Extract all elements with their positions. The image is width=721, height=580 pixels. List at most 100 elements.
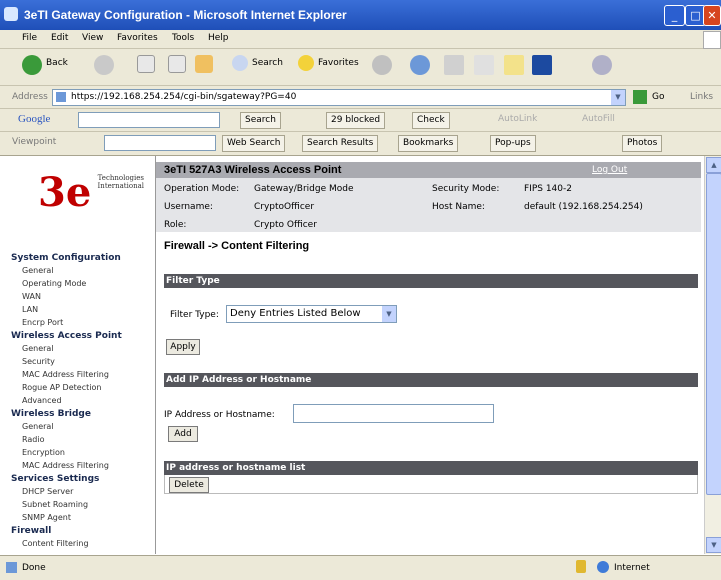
google-search-input[interactable] <box>78 112 220 128</box>
menu-help[interactable]: Help <box>208 33 229 43</box>
search-button[interactable]: Search <box>252 58 283 68</box>
scroll-up-icon[interactable]: ▲ <box>706 157 721 173</box>
go-arrow-icon[interactable] <box>633 90 647 104</box>
bookmarks-button[interactable]: Bookmarks <box>398 135 459 152</box>
ie-logo-icon <box>4 7 18 21</box>
nav-item-general[interactable]: General <box>22 266 54 275</box>
filter-type-select[interactable]: Deny Entries Listed Below ▼ <box>226 305 397 323</box>
sidebar: 3e Technologies International System Con… <box>0 156 156 554</box>
menu-edit[interactable]: Edit <box>51 33 68 43</box>
scroll-down-icon[interactable]: ▼ <box>706 537 721 553</box>
autolink-button[interactable]: AutoLink <box>498 114 537 124</box>
menu-bar: File Edit View Favorites Tools Help <box>0 30 721 49</box>
menu-file[interactable]: File <box>22 33 37 43</box>
role-value: Crypto Officer <box>254 220 317 230</box>
nav-item-rogue-ap[interactable]: Rogue AP Detection <box>22 383 101 392</box>
security-mode-value: FIPS 140-2 <box>524 184 572 194</box>
nav-item-bridge-general[interactable]: General <box>22 422 54 431</box>
minimize-button[interactable]: _ <box>664 5 685 26</box>
address-url: https://192.168.254.254/cgi-bin/sgateway… <box>71 92 297 102</box>
apply-button[interactable]: Apply <box>166 339 200 355</box>
security-zone: Internet <box>614 563 650 573</box>
ip-hostname-input[interactable] <box>293 404 494 423</box>
role-label: Role: <box>164 220 187 230</box>
favorites-button[interactable]: Favorites <box>318 58 359 68</box>
logout-link[interactable]: Log Out <box>592 165 627 175</box>
page-content: 3e Technologies International System Con… <box>0 156 704 554</box>
edit-icon[interactable] <box>474 55 494 75</box>
chevron-down-icon[interactable]: ▼ <box>611 90 625 105</box>
nav-item-lan[interactable]: LAN <box>22 305 38 314</box>
address-label: Address <box>12 92 48 102</box>
popup-blocker-button[interactable]: 29 blocked <box>326 112 386 129</box>
web-search-label: Web Search <box>227 138 281 148</box>
nav-item-radio[interactable]: Radio <box>22 435 44 444</box>
research-icon[interactable] <box>592 55 612 75</box>
menu-view[interactable]: View <box>82 33 103 43</box>
viewpoint-search-input[interactable] <box>104 135 216 151</box>
nav-item-mac-filtering[interactable]: MAC Address Filtering <box>22 370 109 379</box>
back-button[interactable]: Back <box>46 58 68 68</box>
status-bar: Done Internet <box>0 555 721 580</box>
globe-icon <box>597 561 609 573</box>
scroll-thumb[interactable] <box>706 173 721 495</box>
lock-icon <box>576 560 586 573</box>
stop-icon[interactable] <box>137 55 155 73</box>
filter-type-value: Deny Entries Listed Below <box>230 308 361 319</box>
forward-arrow-icon[interactable] <box>94 55 114 75</box>
menu-favorites[interactable]: Favorites <box>117 33 158 43</box>
spell-check-button[interactable]: Check <box>412 112 450 129</box>
nav-item-content-filtering[interactable]: Content Filtering <box>22 539 89 548</box>
menu-tools[interactable]: Tools <box>172 33 194 43</box>
print-icon[interactable] <box>444 55 464 75</box>
delete-button[interactable]: Delete <box>169 477 209 493</box>
add-button[interactable]: Add <box>168 426 198 442</box>
nav-item-advanced[interactable]: Advanced <box>22 396 62 405</box>
nav-item-ap-general[interactable]: General <box>22 344 54 353</box>
history-icon[interactable] <box>372 55 392 75</box>
host-name-label: Host Name: <box>432 202 485 212</box>
refresh-icon[interactable] <box>168 55 186 73</box>
autofill-button[interactable]: AutoFill <box>582 114 615 124</box>
nav-section-wireless-access-point: Wireless Access Point <box>11 331 122 341</box>
close-button[interactable]: ✕ <box>703 5 721 26</box>
mail-icon[interactable] <box>410 55 430 75</box>
popups-button[interactable]: Pop-ups <box>490 135 536 152</box>
nav-item-encryption[interactable]: Encryption <box>22 448 65 457</box>
nav-item-snmp-agent[interactable]: SNMP Agent <box>22 513 71 522</box>
favorites-star-icon[interactable] <box>298 55 314 71</box>
nav-item-subnet-roaming[interactable]: Subnet Roaming <box>22 500 88 509</box>
blocked-count: 29 blocked <box>331 115 381 125</box>
nav-item-dhcp-server[interactable]: DHCP Server <box>22 487 73 496</box>
nav-item-security[interactable]: Security <box>22 357 55 366</box>
photos-button[interactable]: Photos <box>622 135 663 152</box>
viewpoint-logo[interactable]: Viewpoint <box>12 137 56 147</box>
back-arrow-icon[interactable] <box>22 55 42 75</box>
chevron-down-icon[interactable]: ▼ <box>382 306 396 322</box>
product-banner: 3eTI 527A3 Wireless Access Point Log Out <box>156 162 701 178</box>
links-button[interactable]: Links <box>690 92 713 102</box>
company-logo: 3e Technologies International <box>38 164 144 234</box>
address-input[interactable]: https://192.168.254.254/cgi-bin/sgateway… <box>52 89 626 106</box>
go-button[interactable]: Go <box>652 92 664 102</box>
home-icon[interactable] <box>195 55 213 73</box>
folder-icon[interactable] <box>504 55 524 75</box>
ip-list-section-title: IP address or hostname list <box>166 463 306 473</box>
nav-item-encrp-port[interactable]: Encrp Port <box>22 318 63 327</box>
web-search-button[interactable]: Web Search <box>222 135 286 152</box>
nav-section-firewall: Firewall <box>11 526 52 536</box>
nav-item-wan[interactable]: WAN <box>22 292 41 301</box>
vertical-scrollbar[interactable]: ▲ ▼ <box>704 156 721 554</box>
product-name: 3eTI 527A3 Wireless Access Point <box>164 164 342 176</box>
add-ip-section-title: Add IP Address or Hostname <box>166 375 312 385</box>
search-icon[interactable] <box>232 55 248 71</box>
check-label: Check <box>417 115 445 125</box>
google-logo[interactable]: Google <box>18 113 50 125</box>
search-results-button[interactable]: Search Results <box>302 135 379 152</box>
add-ip-section-header: Add IP Address or Hostname <box>164 373 698 387</box>
messenger-icon[interactable] <box>532 55 552 75</box>
google-search-button[interactable]: Search <box>240 112 281 129</box>
nav-item-bridge-mac-filtering[interactable]: MAC Address Filtering <box>22 461 109 470</box>
nav-item-operating-mode[interactable]: Operating Mode <box>22 279 86 288</box>
host-name-value: default (192.168.254.254) <box>524 202 643 212</box>
